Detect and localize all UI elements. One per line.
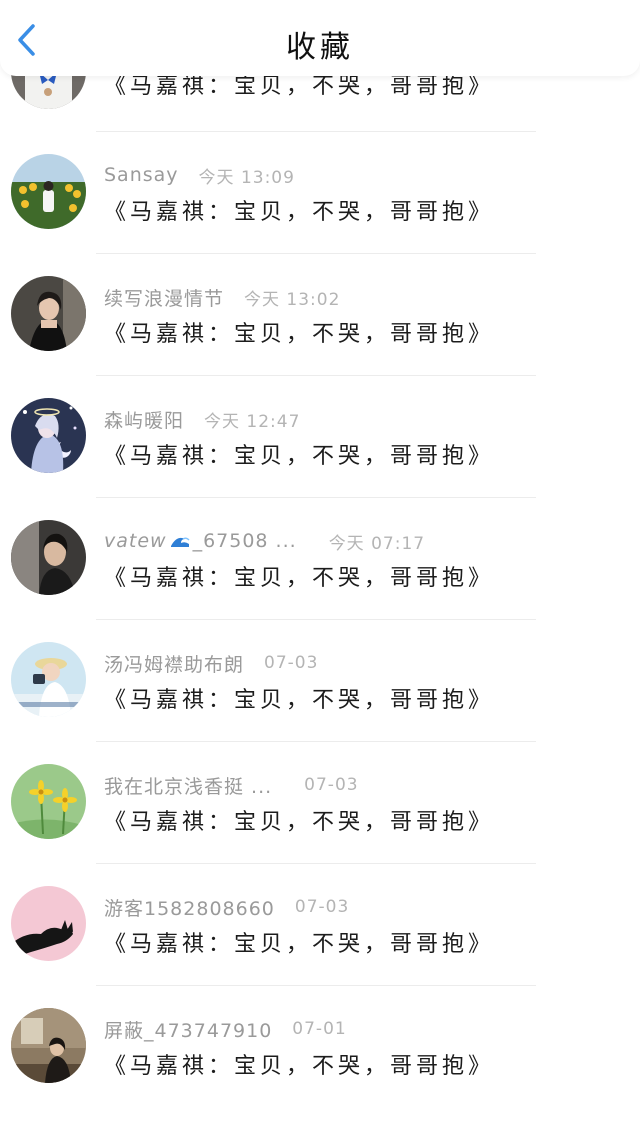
item-meta: vatew _67508 ... 今天 07:17: [104, 526, 425, 556]
timestamp: 今天 13:09: [198, 167, 295, 188]
timestamp: 今天 13:02: [244, 289, 341, 310]
avatar[interactable]: [11, 398, 86, 473]
item-meta: 汤冯姆襟助布朗 07-03: [104, 648, 318, 678]
list-item[interactable]: 汤冯姆襟助布朗 07-03 《马嘉祺：宝贝，不哭，哥哥抱》: [0, 642, 640, 770]
divider: [96, 131, 536, 132]
avatar-image: [11, 1008, 86, 1083]
wave-icon: [170, 537, 190, 547]
list-item[interactable]: 我在北京浅香挺 ... 07-03 《马嘉祺：宝贝，不哭，哥哥抱》: [0, 764, 640, 892]
timestamp: 今天 07:17: [328, 533, 426, 554]
avatar-image: [11, 398, 86, 473]
timestamp: 07-03: [294, 897, 350, 917]
list-item[interactable]: 续写浪漫情节 今天 13:02 《马嘉祺：宝贝，不哭，哥哥抱》: [0, 276, 640, 404]
message-text: 《马嘉祺：宝贝，不哭，哥哥抱》: [104, 932, 495, 957]
item-meta: 续写浪漫情节 今天 13:02: [104, 282, 340, 312]
message-text: 《马嘉祺：宝贝，不哭，哥哥抱》: [104, 566, 495, 591]
list-item[interactable]: 游客1582808660 07-03 《马嘉祺：宝贝，不哭，哥哥抱》: [0, 886, 640, 1014]
avatar-image: [11, 764, 86, 839]
timestamp: 07-03: [304, 775, 359, 795]
item-meta: 游客1582808660 07-03: [104, 892, 349, 922]
user-name[interactable]: 我在北京浅香挺 ...: [104, 772, 272, 799]
item-meta: 屏蔽_473747910 07-01: [104, 1014, 347, 1044]
top-nav-bar: 收藏: [0, 0, 640, 76]
timestamp: 07-03: [264, 653, 319, 673]
message-text: 《马嘉祺：宝贝，不哭，哥哥抱》: [104, 200, 495, 225]
user-name-suffix[interactable]: _67508 ...: [193, 530, 297, 552]
avatar[interactable]: [11, 520, 86, 595]
message-text: 《马嘉祺：宝贝，不哭，哥哥抱》: [104, 810, 495, 835]
user-name[interactable]: 汤冯姆襟助布朗: [104, 650, 244, 677]
avatar-image: [11, 642, 86, 717]
avatar[interactable]: [11, 886, 86, 961]
divider: [96, 863, 536, 864]
message-text: 《马嘉祺：宝贝，不哭，哥哥抱》: [104, 322, 495, 347]
item-meta: 森屿暖阳 今天 12:47: [104, 404, 300, 434]
divider: [96, 253, 536, 254]
divider: [96, 985, 536, 986]
timestamp: 07-01: [292, 1019, 347, 1039]
user-name[interactable]: Sansay: [104, 164, 179, 186]
avatar-image: [11, 276, 86, 351]
message-text: 《马嘉祺：宝贝，不哭，哥哥抱》: [104, 688, 495, 713]
divider: [96, 619, 536, 620]
avatar[interactable]: [11, 276, 86, 351]
page-title: 收藏: [286, 30, 354, 65]
user-name[interactable]: 游客1582808660: [104, 894, 275, 921]
timestamp: 今天 12:47: [204, 411, 301, 432]
message-text: 《马嘉祺：宝贝，不哭，哥哥抱》: [104, 444, 495, 469]
item-meta: Sansay 今天 13:09: [104, 160, 295, 190]
avatar-image: [11, 886, 86, 961]
avatar[interactable]: [11, 154, 86, 229]
user-name[interactable]: 森屿暖阳: [104, 406, 184, 433]
divider: [96, 375, 536, 376]
list-item[interactable]: Sansay 今天 13:09 《马嘉祺：宝贝，不哭，哥哥抱》: [0, 154, 640, 282]
avatar[interactable]: [11, 1008, 86, 1083]
divider: [96, 497, 536, 498]
divider: [96, 741, 536, 742]
avatar-image: [11, 520, 86, 595]
user-name[interactable]: 续写浪漫情节: [104, 284, 224, 311]
list-item[interactable]: vatew _67508 ... 今天 07:17 《马嘉祺：宝贝，不哭，哥哥抱…: [0, 520, 640, 648]
message-text: 《马嘉祺：宝贝，不哭，哥哥抱》: [104, 1054, 495, 1079]
user-name[interactable]: 屏蔽_473747910: [104, 1016, 272, 1043]
avatar[interactable]: [11, 764, 86, 839]
item-meta: 我在北京浅香挺 ... 07-03: [104, 770, 359, 800]
user-name[interactable]: vatew: [104, 530, 167, 552]
list-item[interactable]: 屏蔽_473747910 07-01 《马嘉祺：宝贝，不哭，哥哥抱》: [0, 1008, 640, 1136]
avatar[interactable]: [11, 642, 86, 717]
avatar-image: [11, 154, 86, 229]
list-item[interactable]: 森屿暖阳 今天 12:47 《马嘉祺：宝贝，不哭，哥哥抱》: [0, 398, 640, 526]
